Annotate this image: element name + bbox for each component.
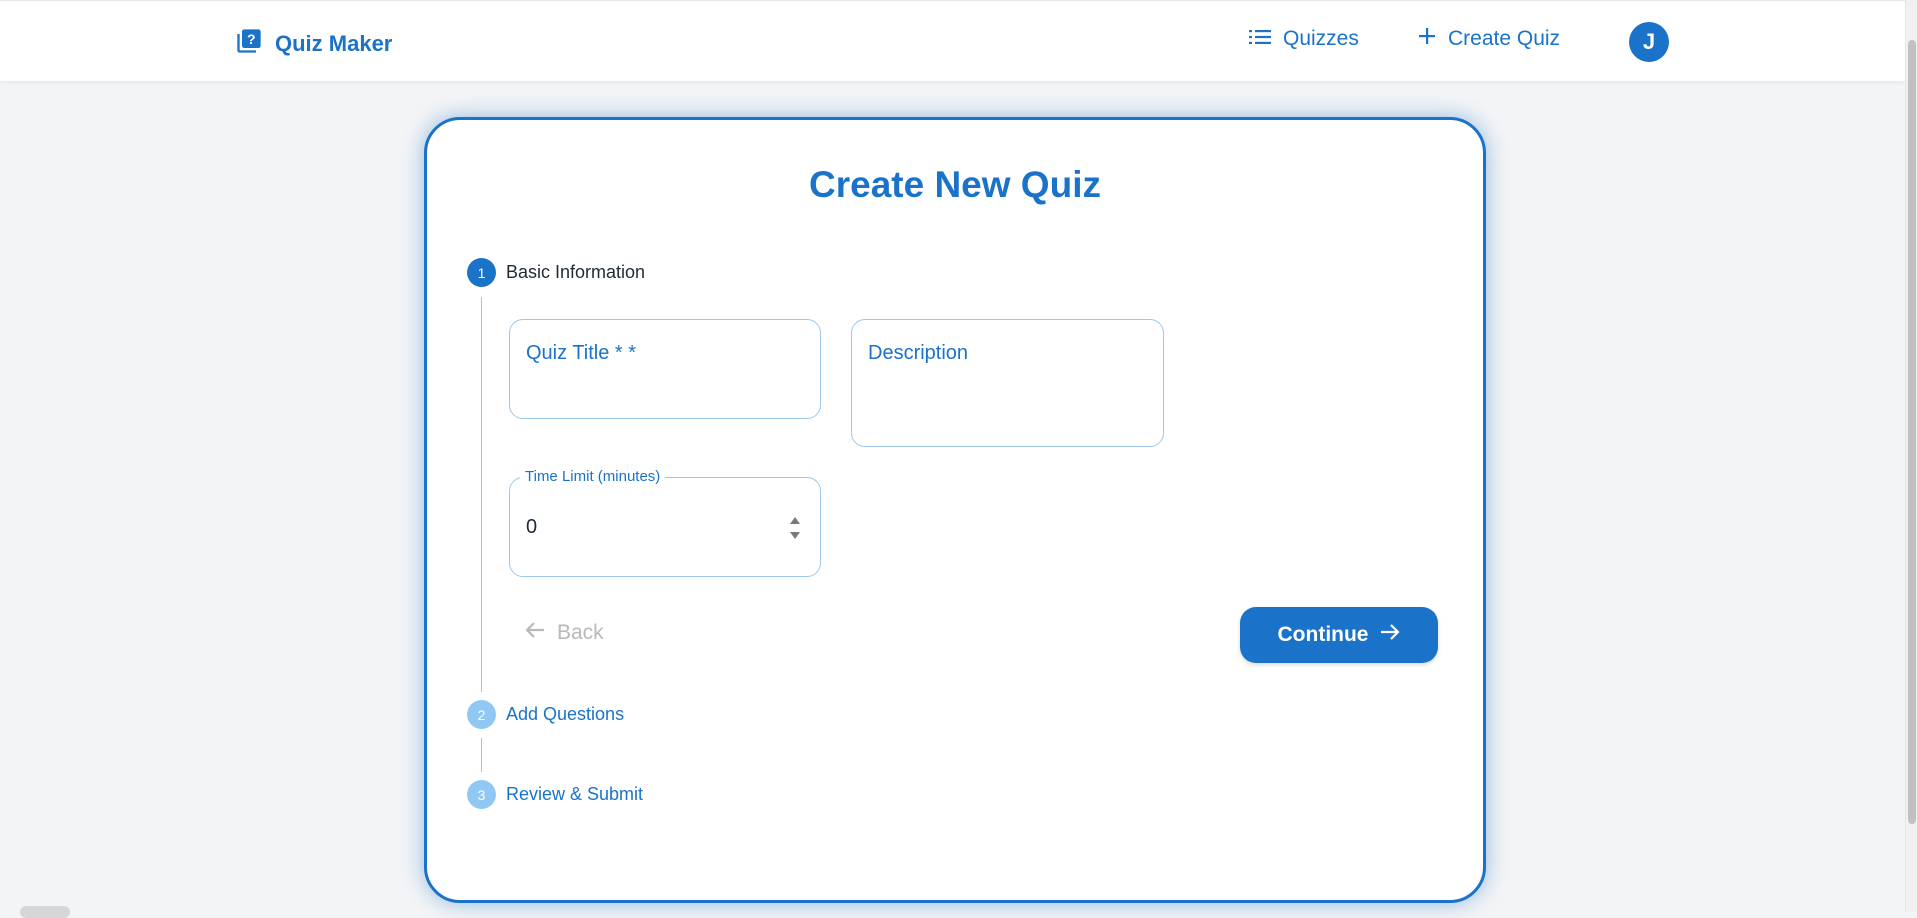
- nav-create-quiz-link[interactable]: Create Quiz: [1418, 27, 1560, 51]
- step-add-questions[interactable]: 2 Add Questions: [467, 700, 624, 729]
- create-quiz-card: Create New Quiz 1 Basic Information Quiz…: [424, 117, 1486, 903]
- spinner-arrows-icon: [790, 517, 800, 539]
- brand-link[interactable]: ? Quiz Maker: [235, 27, 392, 60]
- arrow-right-icon: [1380, 623, 1401, 647]
- description-label: Description: [868, 342, 969, 364]
- arrow-left-icon: [525, 621, 545, 645]
- bottom-edge-tab: [20, 906, 70, 918]
- page-scrollbar[interactable]: [1905, 0, 1917, 912]
- back-button[interactable]: Back: [525, 621, 604, 645]
- step-number: 2: [467, 700, 496, 729]
- plus-icon: [1418, 27, 1436, 51]
- continue-label: Continue: [1277, 623, 1369, 646]
- quiz-icon: ?: [235, 27, 263, 60]
- nav-create-quiz-label: Create Quiz: [1448, 27, 1561, 50]
- time-limit-field[interactable]: Time Limit (minutes) 0: [509, 468, 821, 577]
- back-label: Back: [557, 621, 604, 644]
- time-limit-label: Time Limit (minutes): [520, 468, 666, 485]
- top-app-bar: ? Quiz Maker Quizzes Create Quiz J: [0, 0, 1905, 81]
- nav-quizzes-label: Quizzes: [1283, 27, 1359, 50]
- description-field[interactable]: Description: [851, 319, 1164, 447]
- nav-quizzes-link[interactable]: Quizzes: [1249, 27, 1359, 51]
- scrollbar-thumb[interactable]: [1908, 40, 1916, 824]
- user-avatar[interactable]: J: [1629, 22, 1669, 62]
- step-label: Add Questions: [506, 704, 625, 724]
- step-number: 3: [467, 780, 496, 809]
- list-icon: [1249, 27, 1271, 51]
- app-title: Quiz Maker: [275, 30, 393, 56]
- number-stepper[interactable]: [788, 515, 802, 541]
- quiz-title-field[interactable]: Quiz Title * *: [509, 319, 821, 419]
- svg-text:?: ?: [247, 31, 256, 47]
- continue-button[interactable]: Continue: [1240, 607, 1438, 663]
- step-label: Review & Submit: [506, 784, 644, 804]
- step-connector: [481, 297, 482, 692]
- step-basic-information[interactable]: 1 Basic Information: [467, 258, 645, 287]
- time-limit-value[interactable]: 0: [526, 516, 537, 539]
- step-review-submit[interactable]: 3 Review & Submit: [467, 780, 643, 809]
- page-title: Create New Quiz: [809, 164, 1101, 205]
- quiz-title-label: Quiz Title * *: [526, 342, 637, 364]
- step-connector: [481, 738, 482, 772]
- step-label: Basic Information: [506, 262, 646, 282]
- step-number: 1: [467, 258, 496, 287]
